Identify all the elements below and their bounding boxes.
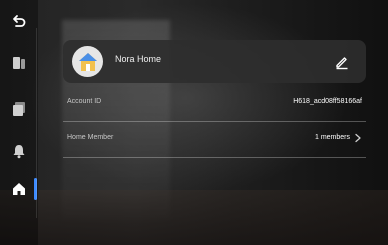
scene-icon xyxy=(13,102,25,116)
home-member-label: Home Member xyxy=(67,134,114,141)
back-arrow-icon xyxy=(13,15,26,27)
home-icon xyxy=(13,183,25,195)
account-id-value: H618_acd08ff58166af xyxy=(293,98,362,105)
sidebar-divider xyxy=(36,28,37,218)
nav-alarm[interactable] xyxy=(8,140,30,162)
home-card: Nora Home xyxy=(63,40,366,83)
background-floor xyxy=(0,190,388,245)
home-name: Nora Home xyxy=(115,54,162,64)
nav-device[interactable] xyxy=(8,52,30,74)
edit-home-button[interactable] xyxy=(334,54,350,70)
home-avatar[interactable] xyxy=(72,46,103,77)
nav-scene[interactable] xyxy=(8,98,30,120)
chevron-right-icon xyxy=(355,133,361,143)
device-panel-icon xyxy=(13,57,25,69)
sidebar xyxy=(0,0,38,245)
home-member-row[interactable]: Home Member 1 members xyxy=(63,121,366,158)
account-id-label: Account ID xyxy=(67,98,102,105)
home-avatar-icon xyxy=(78,52,97,71)
account-id-row: Account ID H618_acd08ff58166af xyxy=(63,85,366,122)
nav-home[interactable] xyxy=(8,178,30,200)
back-button[interactable] xyxy=(8,10,30,32)
home-member-value: 1 members xyxy=(314,134,350,141)
pencil-icon xyxy=(336,57,348,70)
bell-icon xyxy=(13,145,25,159)
